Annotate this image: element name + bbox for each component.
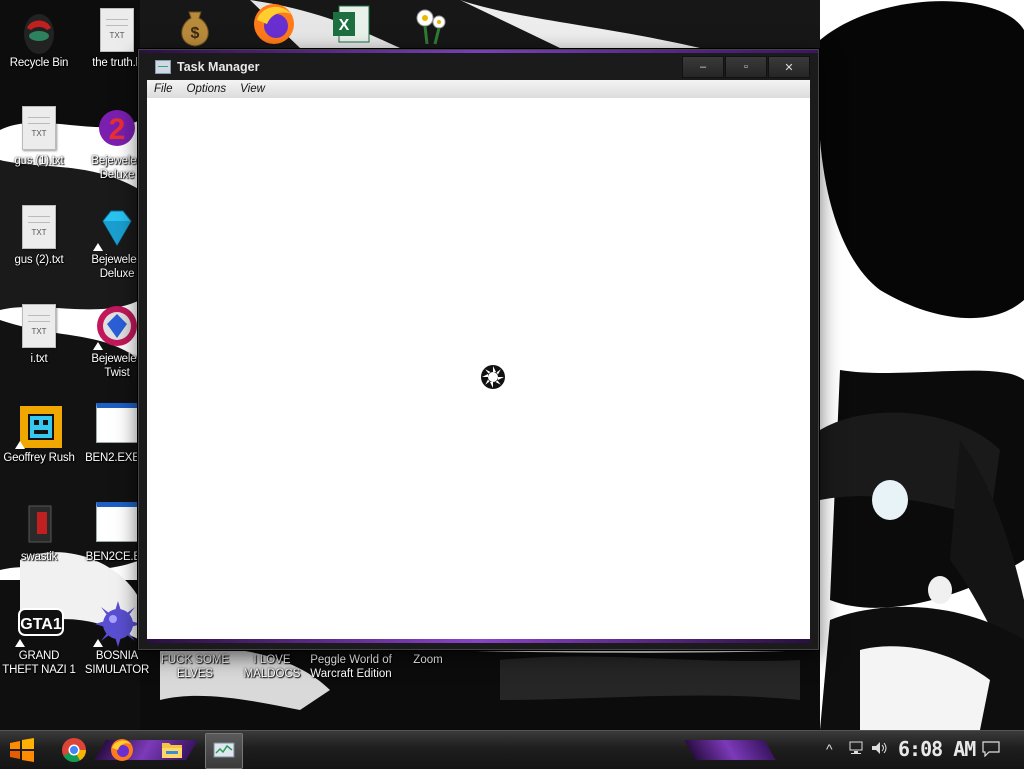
taskbar: ^ 6:08 AM: [0, 730, 1024, 769]
window-titlebar[interactable]: Task Manager: [155, 58, 259, 76]
desktop-icon-peggle[interactable]: Peggle World of Warcraft Edition: [310, 653, 392, 681]
desktop-icon-excel[interactable]: X: [312, 0, 390, 52]
svg-text:GTA1: GTA1: [20, 616, 62, 633]
desktop-icon-zoom[interactable]: Zoom: [404, 653, 452, 667]
task-manager-icon: [155, 60, 171, 74]
tray-overflow-icon[interactable]: ^: [826, 741, 833, 757]
window-controls: – ▫ ✕: [681, 56, 810, 78]
desktop-icon-gus-1[interactable]: TXT gus (1).txt: [0, 100, 78, 188]
taskbar-file-explorer[interactable]: [158, 736, 186, 764]
menu-bar: File Options View: [147, 80, 810, 99]
firefox-icon: [111, 739, 133, 761]
window-content: [147, 98, 810, 643]
bejeweled-2-icon: 2: [93, 106, 139, 152]
close-button[interactable]: ✕: [768, 56, 810, 78]
shortcut-arrow-icon: [93, 639, 103, 647]
excel-icon: X: [329, 0, 373, 44]
taskbar-firefox[interactable]: [108, 736, 136, 764]
bejeweled-gem-icon: [93, 205, 139, 251]
chrome-icon: [62, 738, 86, 763]
desktop-icon-label: i.txt: [30, 353, 48, 365]
geometry-dash-icon: [15, 403, 64, 450]
bejeweled-twist-icon: [93, 304, 139, 350]
desktop-icon-label: swastik: [20, 551, 58, 563]
desktop-icon-maldocs[interactable]: I LOVE MALDOCS: [240, 653, 304, 681]
text-file-icon: TXT: [95, 8, 139, 52]
svg-text:2: 2: [109, 113, 126, 146]
shortcut-arrow-icon: [15, 441, 25, 449]
desktop-icon-label: Peggle World of Warcraft Edition: [310, 654, 392, 680]
desktop-icon-label: Recycle Bin: [9, 57, 69, 69]
minimize-button[interactable]: –: [682, 56, 724, 78]
maximize-button[interactable]: ▫: [725, 56, 767, 78]
recycle-bin-icon: [17, 8, 61, 54]
spiked-ball-icon: [93, 601, 141, 647]
shortcut-arrow-icon: [93, 144, 103, 152]
desktop-icon-label: gus (2).txt: [14, 254, 64, 266]
desktop-icon-label: Geoffrey Rush: [3, 452, 75, 464]
start-button[interactable]: [8, 736, 36, 764]
text-file-icon: TXT: [17, 304, 61, 348]
desktop-icon-firefox[interactable]: [234, 0, 312, 52]
window-title: Task Manager: [177, 60, 260, 74]
desktop-icon-money[interactable]: $: [156, 0, 234, 52]
money-bag-icon: $: [173, 0, 217, 47]
task-manager-window[interactable]: Task Manager – ▫ ✕ File Options View: [138, 49, 819, 650]
desktop-icon-i-txt[interactable]: TXT i.txt: [0, 298, 78, 386]
desktop-icon-flowers[interactable]: [390, 0, 468, 52]
file-explorer-icon: [162, 743, 182, 758]
network-icon[interactable]: [848, 741, 864, 758]
text-file-icon: TXT: [17, 106, 61, 150]
taskbar-task-manager[interactable]: [205, 733, 243, 769]
desktop-icon-label: FUCK SOME ELVES: [160, 654, 230, 680]
taskbar-accent-right: [684, 740, 776, 760]
desktop-icon-elves[interactable]: FUCK SOME ELVES: [158, 653, 232, 681]
taskbar-chrome[interactable]: [60, 736, 88, 764]
flowers-icon: [407, 0, 451, 45]
loading-spinner-icon: [480, 364, 506, 390]
window-file-icon: [95, 502, 139, 546]
shortcut-arrow-icon: [15, 639, 25, 647]
gta-icon: GTA1: [15, 601, 64, 647]
shortcut-arrow-icon: [93, 243, 103, 251]
desktop-icon-label: GRAND THEFT NAZI 1: [2, 650, 76, 676]
pc-tower-icon: [17, 502, 61, 546]
task-manager-icon: [213, 742, 235, 758]
window-file-icon: [95, 403, 139, 447]
firefox-icon: [251, 0, 295, 44]
menu-file[interactable]: File: [154, 83, 173, 95]
desktop-icon-recycle-bin[interactable]: Recycle Bin: [0, 2, 78, 90]
desktop-icon-label: gus (1).txt: [14, 155, 64, 167]
window-accent-bar: [139, 50, 818, 53]
svg-text:X: X: [339, 17, 350, 34]
text-file-icon: TXT: [17, 205, 61, 249]
start-icon: [10, 738, 34, 762]
taskbar-clock[interactable]: 6:08 AM: [898, 737, 976, 761]
svg-text:$: $: [191, 25, 200, 42]
menu-options[interactable]: Options: [187, 83, 227, 95]
desktop-icon-swastik[interactable]: swastik: [0, 496, 78, 584]
window-bottom-accent: [147, 639, 810, 643]
desktop-icon-label: I LOVE MALDOCS: [243, 654, 301, 680]
volume-icon[interactable]: [871, 741, 889, 758]
desktop-icon-label: BOSNIA SIMULATOR: [84, 650, 150, 676]
menu-view[interactable]: View: [240, 83, 265, 95]
shortcut-arrow-icon: [93, 342, 103, 350]
notification-icon[interactable]: [982, 741, 1000, 760]
desktop-icon-label: Zoom: [413, 654, 443, 666]
desktop-icon-gus-2[interactable]: TXT gus (2).txt: [0, 199, 78, 287]
desktop-icon-geoffrey-rush[interactable]: Geoffrey Rush: [0, 397, 78, 485]
desktop-icon-gta[interactable]: GTA1 GRAND THEFT NAZI 1: [0, 595, 78, 683]
